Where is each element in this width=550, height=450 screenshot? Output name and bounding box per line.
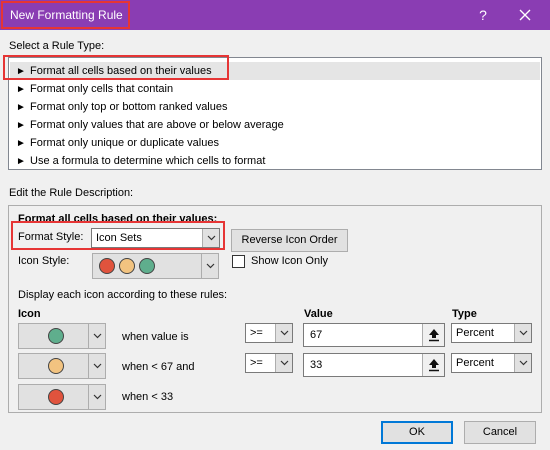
rule-2-icon-dropdown-button[interactable]: [88, 354, 105, 378]
rule-type-item-label: Format only unique or duplicate values: [30, 137, 219, 149]
show-icon-only-checkbox[interactable]: [232, 255, 245, 268]
ok-button[interactable]: OK: [381, 421, 453, 444]
rule-description-section-label: Edit the Rule Description:: [9, 187, 134, 199]
type-column-header: Type: [452, 308, 477, 320]
rule-1-condition: when value is: [122, 331, 189, 343]
rule-2-cell-picker-button[interactable]: [422, 354, 444, 376]
rule-1-type-value: Percent: [456, 327, 494, 339]
chevron-down-icon: [280, 330, 289, 336]
chevron-down-icon: [519, 360, 528, 366]
range-picker-icon: [429, 359, 439, 372]
yellow-circle-icon: [119, 258, 135, 274]
icon-style-dropdown[interactable]: [92, 253, 219, 279]
arrow-icon: ►: [16, 102, 26, 113]
rule-1-operator-dropdown-button[interactable]: [275, 324, 292, 342]
arrow-icon: ►: [16, 138, 26, 149]
chevron-down-icon: [206, 263, 215, 269]
rule-type-item[interactable]: ► Format only values that are above or be…: [10, 116, 540, 134]
cancel-button[interactable]: Cancel: [464, 421, 536, 444]
rule-2-operator-dropdown[interactable]: >=: [245, 353, 293, 373]
close-icon: [519, 9, 531, 21]
rule-2-value: 33: [310, 359, 323, 371]
rule-type-item[interactable]: ► Use a formula to determine which cells …: [10, 152, 540, 170]
yellow-circle-icon: [48, 358, 64, 374]
close-button[interactable]: [514, 4, 536, 26]
show-icon-only-label: Show Icon Only: [251, 255, 329, 267]
rule-1-icon-dropdown-button[interactable]: [88, 324, 105, 348]
rule-type-item-label: Format only cells that contain: [30, 83, 174, 95]
rule-1-value-input[interactable]: 67: [303, 323, 445, 347]
chevron-down-icon: [280, 360, 289, 366]
range-picker-icon: [429, 329, 439, 342]
rule-type-item-label: Format only top or bottom ranked values: [30, 101, 228, 113]
chevron-down-icon: [93, 333, 102, 339]
red-circle-icon: [48, 389, 64, 405]
rule-type-item[interactable]: ► Format only cells that contain: [10, 80, 540, 98]
rule-2-type-dropdown-button[interactable]: [514, 354, 531, 372]
value-column-header: Value: [304, 308, 333, 320]
rule-3-icon-dropdown-button[interactable]: [88, 385, 105, 409]
rule-1-operator-value: >=: [250, 327, 263, 339]
rule-type-item[interactable]: ► Format only top or bottom ranked values: [10, 98, 540, 116]
rule-3-condition: when < 33: [122, 391, 174, 403]
red-circle-icon: [99, 258, 115, 274]
rule-type-section-label: Select a Rule Type:: [9, 40, 105, 52]
icon-style-dropdown-button[interactable]: [201, 254, 218, 278]
rule-2-operator-dropdown-button[interactable]: [275, 354, 292, 372]
new-formatting-rule-dialog: New Formatting Rule ? Select a Rule Type…: [0, 0, 550, 450]
rule-2-type-dropdown[interactable]: Percent: [451, 353, 532, 373]
format-style-highlight-box: [11, 221, 225, 250]
icon-style-label: Icon Style:: [18, 255, 70, 267]
chevron-down-icon: [93, 394, 102, 400]
rule-2-operator-value: >=: [250, 357, 263, 369]
rule-2-icon-dropdown[interactable]: [18, 353, 106, 379]
arrow-icon: ►: [16, 120, 26, 131]
rule-1-type-dropdown[interactable]: Percent: [451, 323, 532, 343]
title-highlight-box: [1, 1, 130, 29]
rule-1-type-dropdown-button[interactable]: [514, 324, 531, 342]
rule-2-value-input[interactable]: 33: [303, 353, 445, 377]
chevron-down-icon: [93, 363, 102, 369]
rule-type-item-label: Format only values that are above or bel…: [30, 119, 284, 131]
rule-type-item[interactable]: ► Format only unique or duplicate values: [10, 134, 540, 152]
rule-1-value: 67: [310, 329, 323, 341]
rule-1-operator-dropdown[interactable]: >=: [245, 323, 293, 343]
rule-1-cell-picker-button[interactable]: [422, 324, 444, 346]
help-button[interactable]: ?: [472, 4, 494, 26]
rule-type-item-label: Use a formula to determine which cells t…: [30, 155, 266, 167]
green-circle-icon: [139, 258, 155, 274]
reverse-icon-order-button[interactable]: Reverse Icon Order: [231, 229, 348, 252]
green-circle-icon: [48, 328, 64, 344]
selected-rule-highlight-box: [3, 55, 229, 80]
rule-2-condition: when < 67 and: [122, 361, 195, 373]
rule-1-icon-dropdown[interactable]: [18, 323, 106, 349]
rule-3-icon-dropdown[interactable]: [18, 384, 106, 410]
arrow-icon: ►: [16, 156, 26, 167]
rule-2-type-value: Percent: [456, 357, 494, 369]
rules-intro-text: Display each icon according to these rul…: [18, 289, 228, 301]
arrow-icon: ►: [16, 84, 26, 95]
title-bar: New Formatting Rule ?: [0, 0, 550, 30]
chevron-down-icon: [519, 330, 528, 336]
icon-column-header: Icon: [18, 308, 41, 320]
